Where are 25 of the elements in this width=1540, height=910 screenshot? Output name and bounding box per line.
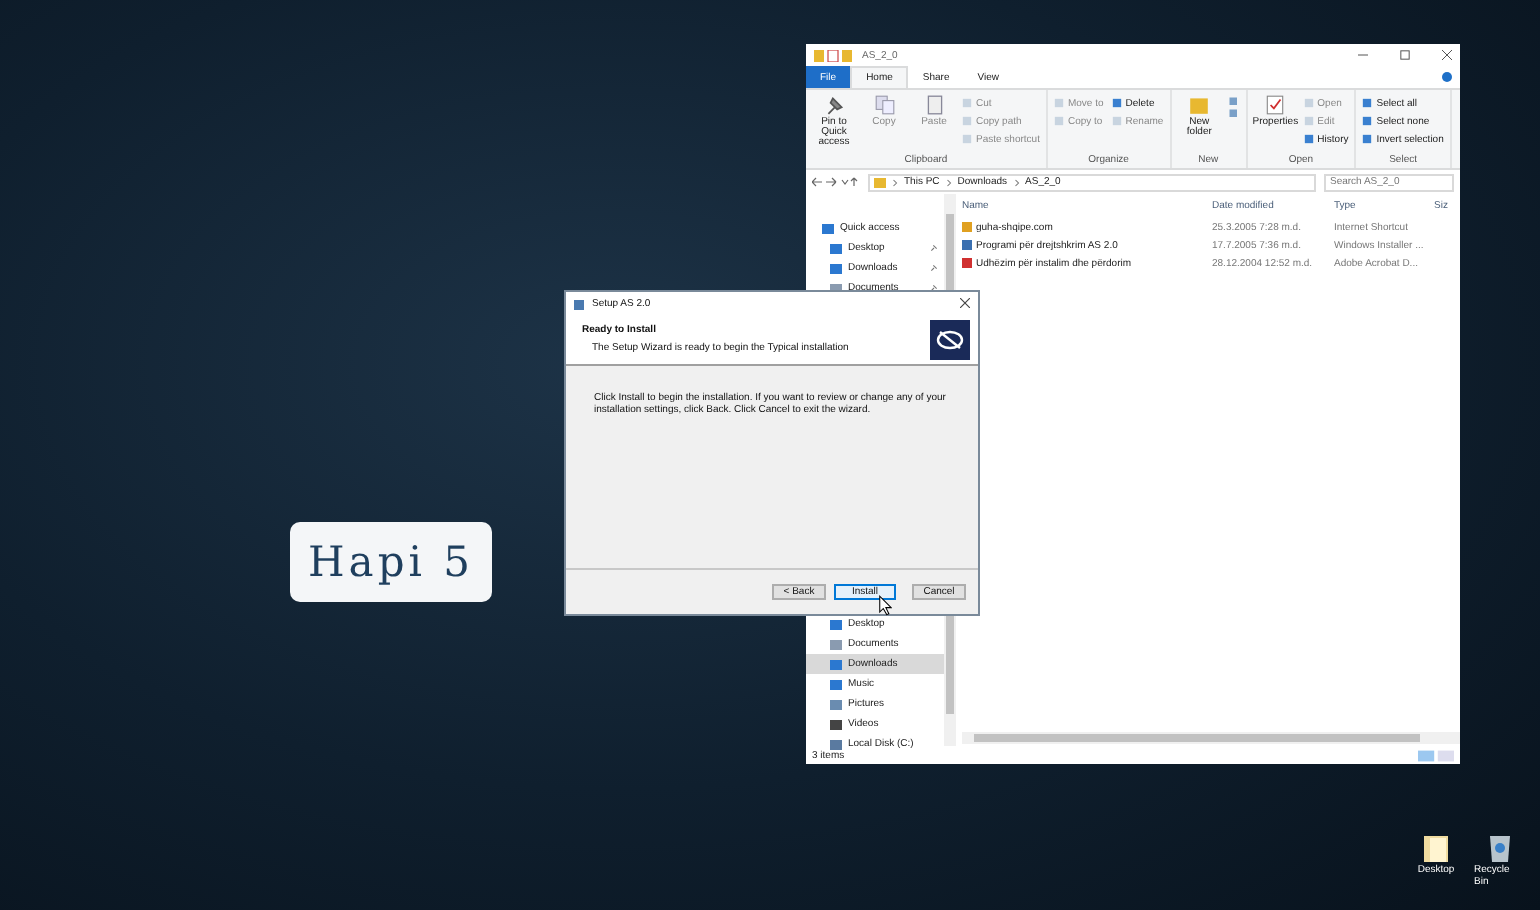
folder-icon — [874, 176, 886, 188]
mouse-cursor-icon — [878, 594, 892, 616]
logo-icon — [930, 319, 970, 359]
recycle-bin-icon — [1484, 832, 1516, 864]
quick-access-toolbar-icon[interactable] — [814, 49, 854, 61]
close-icon[interactable] — [1442, 50, 1452, 60]
maximize-icon[interactable] — [1400, 50, 1410, 60]
checklist-icon — [1264, 94, 1287, 116]
new-item-icons[interactable] — [1227, 94, 1240, 122]
pin-icon — [930, 264, 938, 272]
copy-icon — [873, 94, 895, 116]
clipboard-icon — [923, 94, 945, 116]
view-mode-icons[interactable] — [1418, 749, 1454, 761]
pin-icon — [823, 94, 845, 116]
folder-icon — [1420, 832, 1452, 864]
navigation-arrows-icon[interactable] — [812, 176, 860, 188]
folder-icon — [1188, 94, 1211, 116]
pin-icon — [930, 244, 938, 252]
chevron-icon — [892, 177, 898, 187]
minimize-icon[interactable] — [1358, 50, 1368, 60]
chevron-icon — [1013, 177, 1020, 187]
step-label: Hapi 5 — [290, 522, 492, 602]
close-icon[interactable] — [960, 298, 970, 308]
scrollbar[interactable] — [962, 732, 1460, 744]
chevron-icon — [945, 177, 952, 187]
